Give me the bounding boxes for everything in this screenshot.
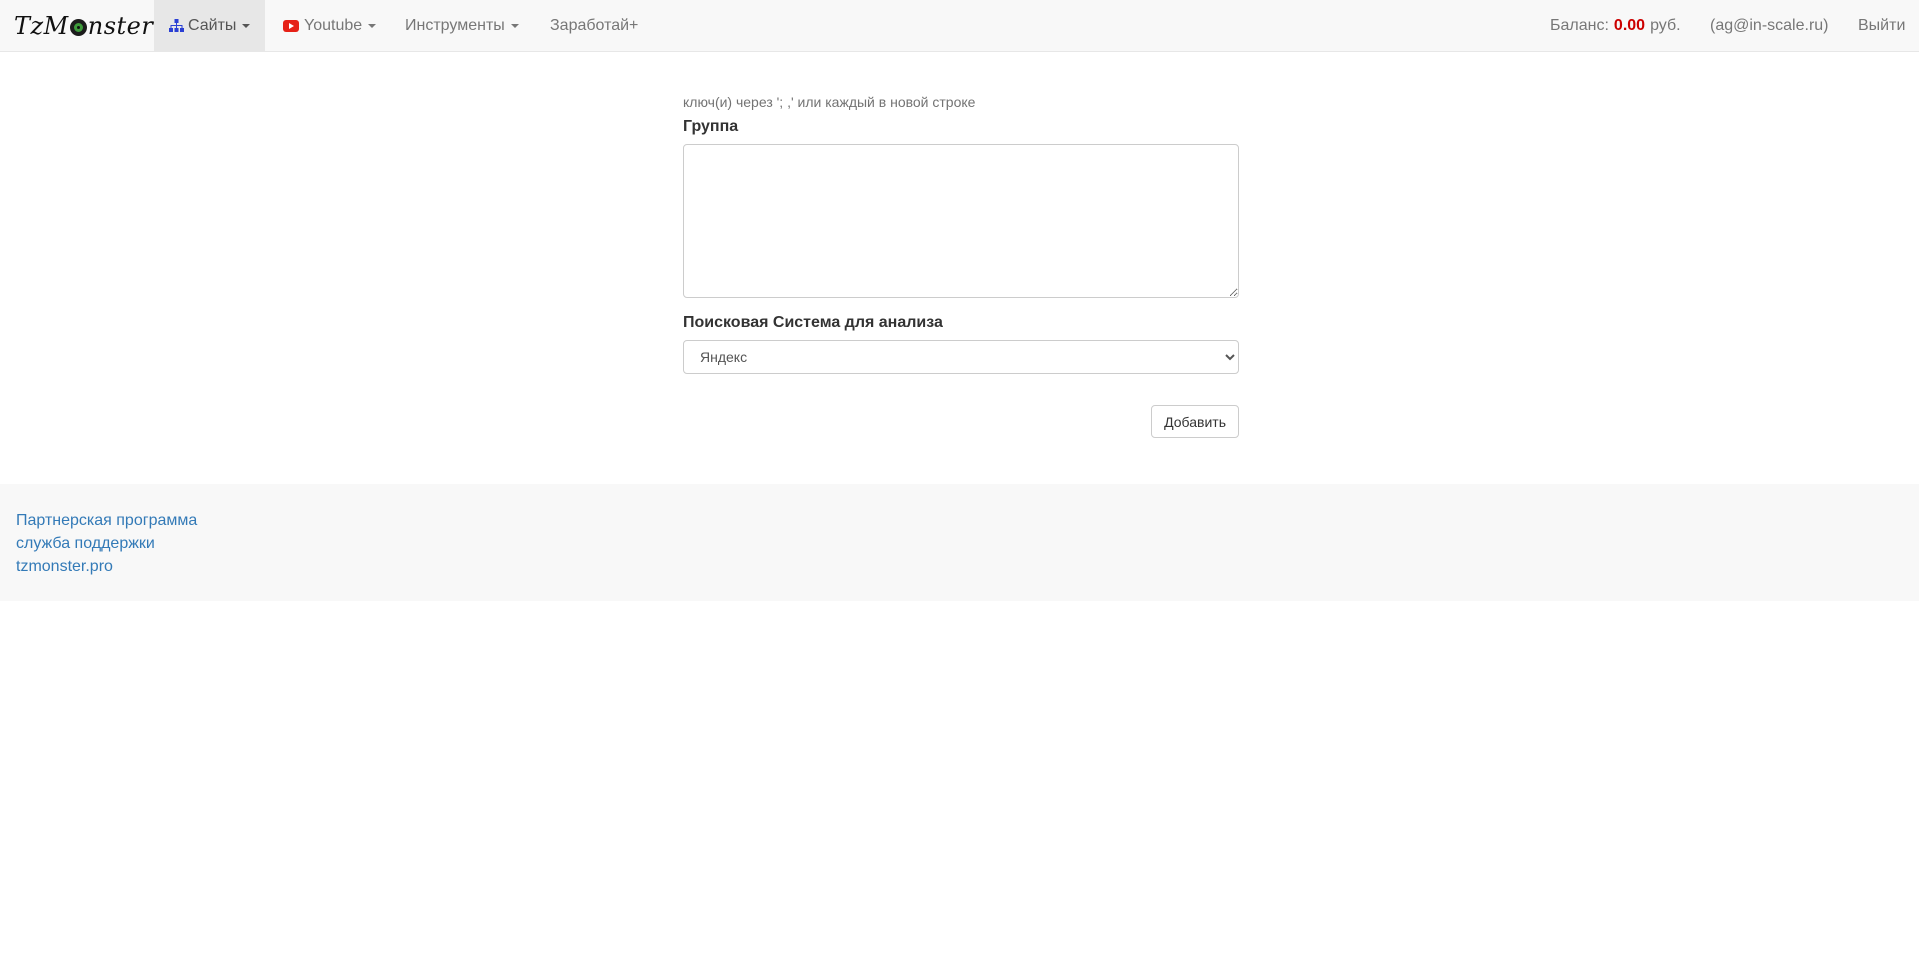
user-email: (ag@in-scale.ru) <box>1710 16 1829 34</box>
add-keywords-form: ключ(и) через '; ,' или каждый в новой с… <box>683 92 1239 438</box>
footer-link-support[interactable]: служба поддержки <box>16 532 197 555</box>
brand-logo[interactable]: TzM nster <box>14 0 153 52</box>
caret-down-icon <box>510 23 519 28</box>
footer-link-partner-program[interactable]: Партнерская программа <box>16 509 197 532</box>
balance-currency: руб. <box>1650 16 1681 34</box>
brand-logo-text-start: TzM <box>14 12 69 40</box>
balance-amount: 0.00 <box>1613 16 1646 34</box>
nav-earn-label: Заработай+ <box>550 16 639 34</box>
nav-tools-label: Инструменты <box>405 16 505 34</box>
user-email-link[interactable]: (ag@in-scale.ru) <box>1695 0 1844 51</box>
nav-youtube-dropdown[interactable]: Youtube <box>268 0 391 51</box>
brand-logo-text-end: nster <box>87 12 154 40</box>
nav-tools-dropdown[interactable]: Инструменты <box>390 0 534 51</box>
footer-links: Партнерская программа служба поддержки t… <box>16 509 197 578</box>
caret-down-icon <box>368 23 377 28</box>
keywords-help-text: ключ(и) через '; ,' или каждый в новой с… <box>683 94 976 110</box>
search-engine-select[interactable]: Яндекс <box>683 340 1239 374</box>
caret-down-icon <box>242 23 251 28</box>
nav-sites-label: Сайты <box>188 16 237 34</box>
logout-link[interactable]: Выйти <box>1843 0 1919 51</box>
balance-label: Баланс: <box>1550 16 1609 34</box>
youtube-icon <box>283 19 299 32</box>
top-navbar: TzM nster Сайты Youtube Инструменты Зара… <box>0 0 1919 52</box>
sitemap-icon <box>169 19 184 32</box>
group-label: Группа <box>683 118 739 135</box>
logout-label: Выйти <box>1858 16 1906 34</box>
nav-earn-link[interactable]: Заработай+ <box>535 0 653 51</box>
page-footer: Партнерская программа служба поддержки t… <box>0 484 1919 601</box>
nav-sites-dropdown[interactable]: Сайты <box>154 0 266 51</box>
eye-logo-icon <box>69 18 87 36</box>
group-textarea[interactable] <box>683 144 1239 298</box>
balance-display[interactable]: Баланс: 0.00 руб. <box>1535 0 1696 51</box>
add-button[interactable]: Добавить <box>1151 405 1239 438</box>
nav-youtube-label: Youtube <box>304 16 363 34</box>
search-engine-label: Поисковая Система для анализа <box>683 314 943 331</box>
footer-link-site[interactable]: tzmonster.pro <box>16 555 197 578</box>
